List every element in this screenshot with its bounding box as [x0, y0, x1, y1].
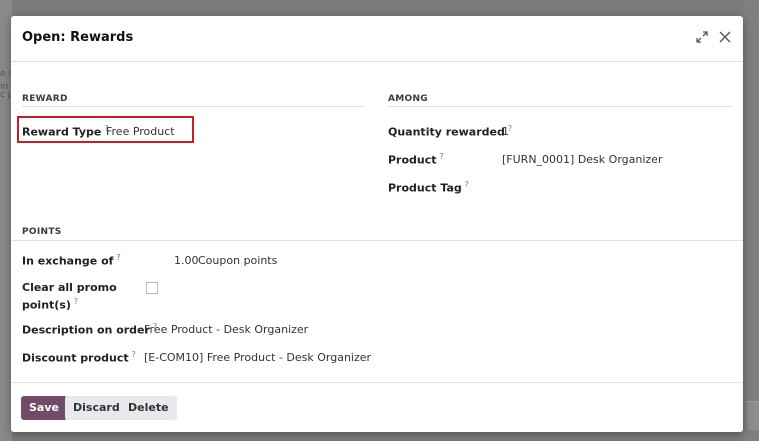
quantity-rewarded-label: Quantity rewarded?	[388, 124, 513, 139]
clear-points-label-cont: point(s)?	[22, 297, 79, 312]
discard-button[interactable]: Discard	[65, 396, 128, 420]
help-icon[interactable]: ?	[116, 253, 120, 262]
dialog-header: Open: Rewards	[11, 16, 743, 62]
among-section-title: AMONG	[388, 94, 428, 104]
dialog-title: Open: Rewards	[22, 30, 134, 45]
backdrop-text: e u	[0, 69, 10, 79]
backdrop-right-strip	[743, 0, 759, 441]
description-label: Description on order?	[22, 322, 158, 337]
close-icon[interactable]	[716, 28, 734, 46]
product-label: Product?	[388, 152, 444, 167]
clear-points-checkbox[interactable]	[146, 282, 158, 294]
points-section-divider	[11, 240, 743, 241]
reward-type-field[interactable]: Free Product	[106, 125, 175, 138]
product-tag-field[interactable]	[502, 181, 732, 195]
exchange-unit: Coupon points	[198, 254, 278, 267]
reward-section-divider	[22, 106, 364, 107]
product-field[interactable]: [FURN_0001] Desk Organizer	[502, 153, 662, 166]
rewards-dialog: Open: Rewards REWARD Reward Type? Free P…	[11, 16, 743, 432]
among-section-divider	[388, 106, 732, 107]
help-icon[interactable]: ?	[132, 350, 136, 359]
discount-product-label: Discount product?	[22, 350, 136, 365]
save-button[interactable]: Save	[21, 396, 67, 420]
exchange-amount-field[interactable]: 1.00	[174, 254, 199, 267]
points-section-title: POINTS	[22, 227, 62, 237]
quantity-rewarded-field[interactable]: 1	[502, 125, 509, 138]
expand-icon[interactable]	[693, 28, 711, 46]
product-tag-label: Product Tag?	[388, 180, 469, 195]
help-icon[interactable]: ?	[440, 152, 444, 161]
reward-section-title: REWARD	[22, 94, 68, 104]
help-icon[interactable]: ?	[74, 297, 78, 306]
backdrop-bar	[747, 401, 759, 430]
dialog-footer-divider	[11, 382, 743, 383]
clear-points-label: Clear all promo	[22, 281, 117, 294]
description-field[interactable]: Free Product - Desk Organizer	[144, 323, 308, 336]
reward-type-label: Reward Type?	[22, 124, 109, 139]
backdrop-text: c p	[0, 90, 10, 100]
delete-button[interactable]: Delete	[120, 396, 177, 420]
help-icon[interactable]: ?	[465, 180, 469, 189]
exchange-label: In exchange of?	[22, 253, 121, 268]
discount-product-field[interactable]: [E-COM10] Free Product - Desk Organizer	[144, 351, 371, 364]
